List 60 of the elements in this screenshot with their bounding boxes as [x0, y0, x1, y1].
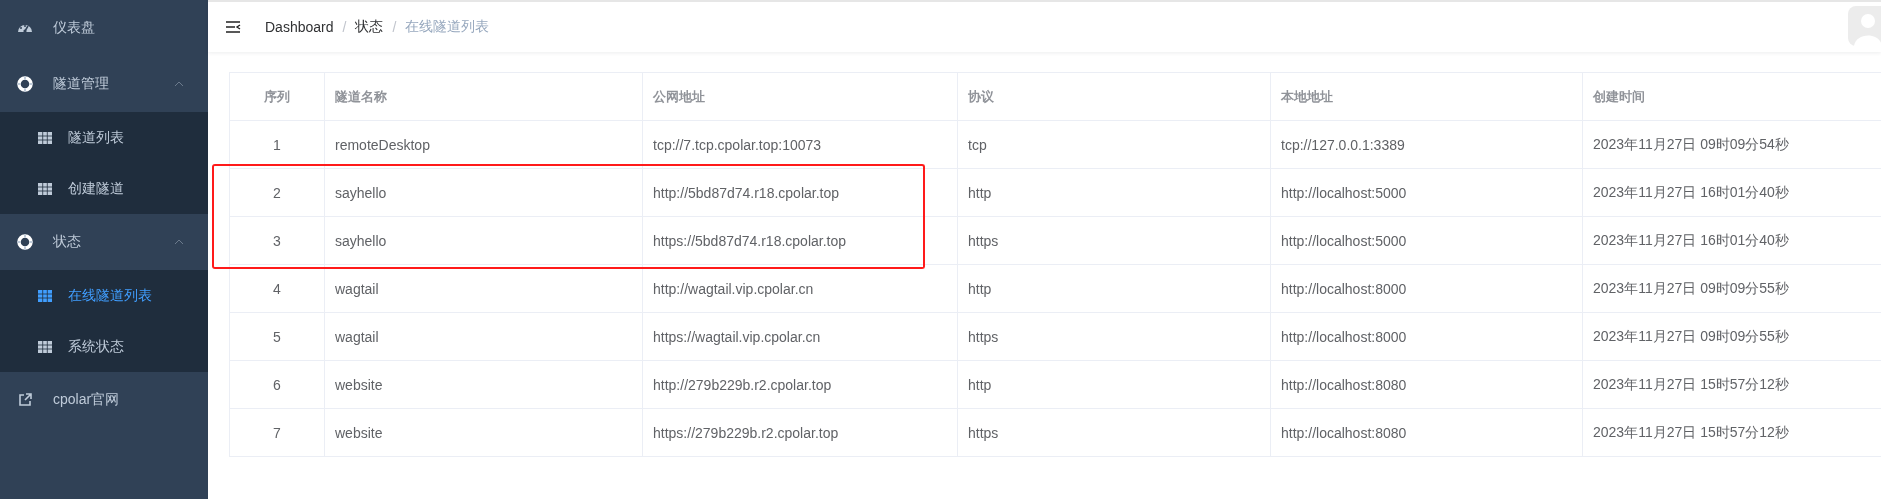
- submenu-item[interactable]: 系统状态: [0, 321, 208, 372]
- submenu-item[interactable]: 在线隧道列表: [0, 270, 208, 321]
- table-cell: http://5bd87d74.r18.cpolar.top: [642, 168, 958, 217]
- table-cell: sayhello: [324, 168, 643, 217]
- table-cell: http://localhost:8080: [1270, 360, 1583, 409]
- breadcrumb-separator: /: [342, 19, 347, 35]
- table-cell: 6: [229, 360, 325, 409]
- table-cell: http: [957, 360, 1271, 409]
- table-cell: https: [957, 312, 1271, 361]
- table-cell: website: [324, 360, 643, 409]
- table-cell: http://localhost:5000: [1270, 216, 1583, 265]
- external-link-icon: [17, 392, 33, 408]
- menu-item[interactable]: 隧道管理: [0, 56, 208, 112]
- table-icon: [38, 182, 52, 195]
- column-header: 隧道名称: [324, 72, 643, 121]
- table-cell: http://wagtail.vip.cpolar.cn: [642, 264, 958, 313]
- column-header: 协议: [957, 72, 1271, 121]
- table-icon: [38, 131, 52, 144]
- submenu-item[interactable]: 隧道列表: [0, 112, 208, 163]
- lifebuoy-icon: [17, 76, 33, 92]
- table-cell: 7: [229, 408, 325, 457]
- column-header: 公网地址: [642, 72, 958, 121]
- breadcrumb-separator: /: [392, 19, 397, 35]
- table-cell: tcp: [957, 120, 1271, 169]
- table-cell: sayhello: [324, 216, 643, 265]
- table-cell: http: [957, 264, 1271, 313]
- table-cell: tcp://127.0.0.1:3389: [1270, 120, 1583, 169]
- table-cell: wagtail: [324, 264, 643, 313]
- table-cell: 4: [229, 264, 325, 313]
- breadcrumb-item: 在线隧道列表: [405, 18, 490, 36]
- table-cell: http://localhost:8000: [1270, 264, 1583, 313]
- table-icon: [38, 289, 52, 302]
- breadcrumb-item[interactable]: Dashboard: [265, 19, 334, 35]
- table-cell: http://localhost:8080: [1270, 408, 1583, 457]
- table-cell: http://localhost:8000: [1270, 312, 1583, 361]
- table-cell: http: [957, 168, 1271, 217]
- column-header: 本地地址: [1270, 72, 1583, 121]
- table-cell: 1: [229, 120, 325, 169]
- lifebuoy-icon: [17, 234, 33, 250]
- breadcrumb-item[interactable]: 状态: [355, 18, 384, 36]
- table-icon: [38, 340, 52, 353]
- table-cell: https://5bd87d74.r18.cpolar.top: [642, 216, 958, 265]
- column-header: 创建时间: [1582, 72, 1881, 121]
- table-cell: https: [957, 408, 1271, 457]
- table-cell: https://wagtail.vip.cpolar.cn: [642, 312, 958, 361]
- menu-item[interactable]: 状态: [0, 214, 208, 270]
- table-cell: wagtail: [324, 312, 643, 361]
- table-cell: https: [957, 216, 1271, 265]
- menu-item[interactable]: cpolar官网: [0, 372, 208, 428]
- column-header: 序列: [229, 72, 325, 121]
- menu-icon[interactable]: [225, 20, 241, 34]
- table-cell: website: [324, 408, 643, 457]
- table-cell: 5: [229, 312, 325, 361]
- table-cell: https://279b229b.r2.cpolar.top: [642, 408, 958, 457]
- table-cell: remoteDesktop: [324, 120, 643, 169]
- table-cell: http://279b229b.r2.cpolar.top: [642, 360, 958, 409]
- table-cell: tcp://7.tcp.cpolar.top:10073: [642, 120, 958, 169]
- menu-item[interactable]: 仪表盘: [0, 0, 208, 56]
- submenu-item[interactable]: 创建隧道: [0, 163, 208, 214]
- table-cell: http://localhost:5000: [1270, 168, 1583, 217]
